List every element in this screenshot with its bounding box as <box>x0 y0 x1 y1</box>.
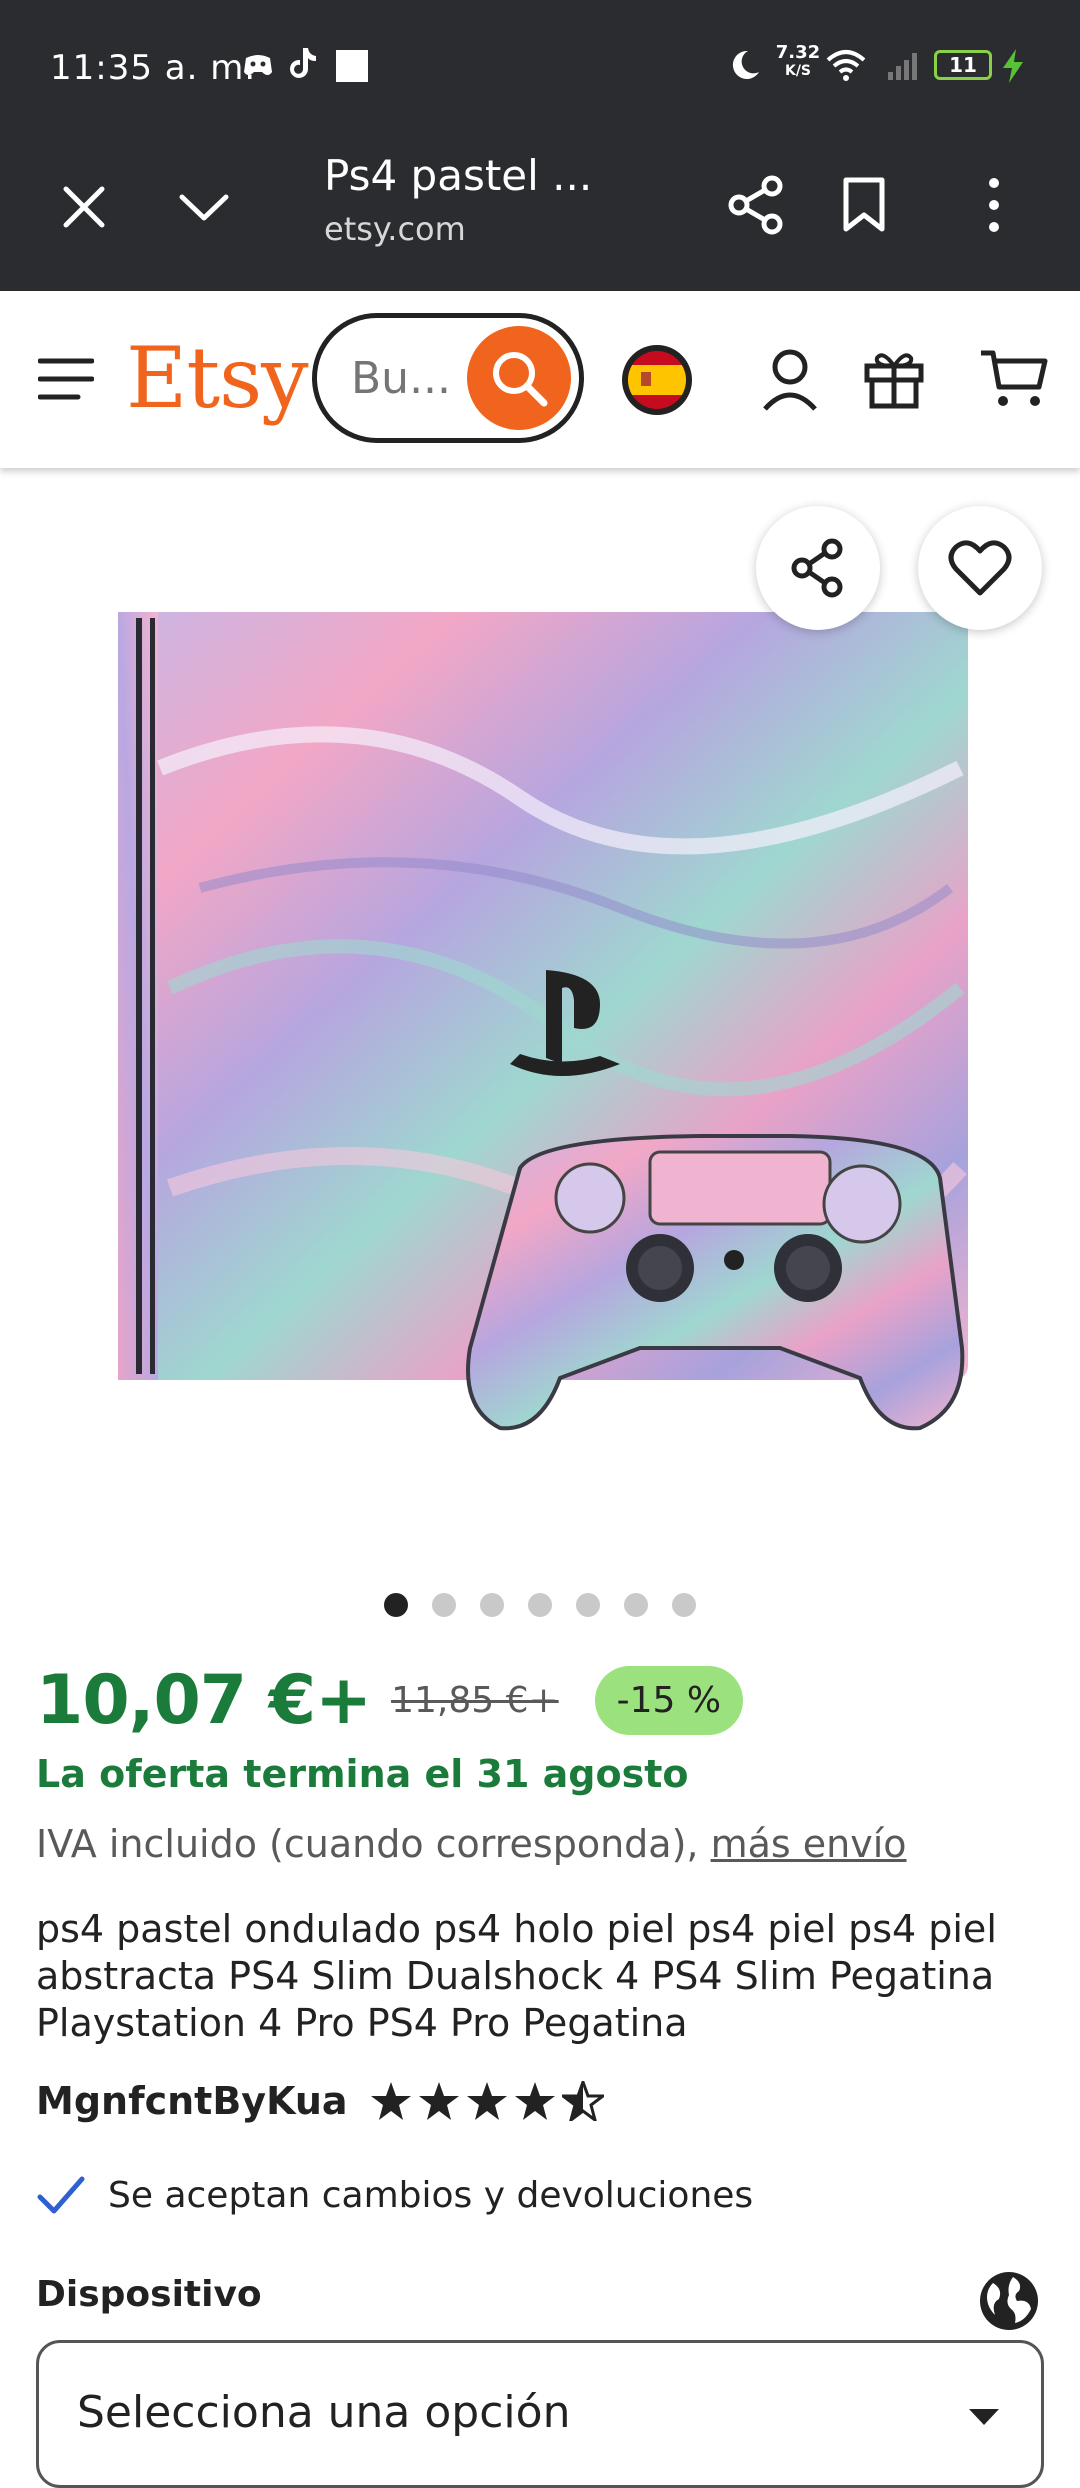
page-title-block[interactable]: Ps4 pastel ... etsy.com <box>324 151 624 248</box>
close-icon <box>63 186 105 228</box>
bookmark-icon <box>843 177 885 232</box>
star-half-icon <box>561 2081 604 2121</box>
returns-row: Se aceptan cambios y devoluciones <box>36 2168 753 2222</box>
star-full-icon <box>418 2082 459 2120</box>
charging-icon <box>1000 48 1026 88</box>
offer-end-text: La oferta termina el 31 agosto <box>36 1752 689 1796</box>
etsy-logo[interactable]: Etsy <box>126 329 309 427</box>
battery-icon: 11 <box>934 50 992 80</box>
page-domain: etsy.com <box>324 210 466 248</box>
battery-level: 11 <box>949 53 977 77</box>
search-input[interactable] <box>351 348 461 408</box>
spain-flag-icon <box>622 345 692 415</box>
account-button[interactable] <box>752 339 828 419</box>
search-button[interactable] <box>467 326 571 430</box>
more-vertical-icon <box>989 178 999 232</box>
share-product-button[interactable] <box>756 506 880 630</box>
signal-icon <box>886 50 922 86</box>
moon-icon <box>728 48 762 86</box>
menu-button[interactable] <box>28 343 104 415</box>
translate-button[interactable] <box>974 2266 1044 2336</box>
net-speed-unit: K/S <box>784 63 812 79</box>
share-icon <box>791 538 843 598</box>
notification-square-icon <box>336 50 368 82</box>
shop-name[interactable]: MgnfcntByKua <box>36 2079 348 2123</box>
minimize-button[interactable] <box>168 171 240 243</box>
variation-select[interactable]: Selecciona una opción <box>36 2340 1044 2488</box>
product-image-carousel[interactable] <box>0 468 1080 1520</box>
share-icon <box>728 175 783 235</box>
gifts-button[interactable] <box>856 339 932 419</box>
bookmark-button[interactable] <box>826 167 902 243</box>
carousel-dot[interactable] <box>432 1593 456 1617</box>
search-icon <box>493 352 548 407</box>
star-full-icon <box>514 2082 555 2120</box>
carousel-dot[interactable] <box>576 1593 600 1617</box>
vat-text: IVA incluido (cuando corresponda), <box>36 1822 711 1866</box>
original-price: 11,85 €+ <box>391 1679 559 1721</box>
current-price: 10,07 €+ <box>36 1660 372 1740</box>
dropdown-arrow-icon <box>969 2409 999 2425</box>
shop-row: MgnfcntByKua <box>36 2074 604 2128</box>
browser-toolbar: Ps4 pastel ... etsy.com <box>0 135 1080 291</box>
close-tab-button[interactable] <box>48 171 120 243</box>
shipping-link[interactable]: más envío <box>711 1822 907 1866</box>
product-title: ps4 pastel ondulado ps4 holo piel ps4 pi… <box>36 1907 997 2045</box>
carousel-indicators <box>0 1593 1080 1617</box>
search-bar[interactable] <box>312 313 584 443</box>
star-full-icon <box>466 2082 507 2120</box>
select-value: Selecciona una opción <box>77 2387 571 2438</box>
checkmark-icon <box>37 2176 85 2214</box>
net-speed: 7.32 K/S <box>774 44 822 80</box>
discount-badge: -15 % <box>594 1665 744 1735</box>
notification-game-icon <box>242 52 274 84</box>
carousel-dot[interactable] <box>672 1593 696 1617</box>
carousel-dot[interactable] <box>384 1593 408 1617</box>
share-page-button[interactable] <box>718 167 794 243</box>
chevron-down-icon <box>179 194 229 221</box>
status-bar: 11:35 a. m. 7.32 K/S 11 <box>0 0 1080 135</box>
carousel-dot[interactable] <box>480 1593 504 1617</box>
region-flag-button[interactable] <box>618 341 696 419</box>
price-row: 10,07 €+ 11,85 €+ -15 % <box>36 1652 1046 1748</box>
gift-icon <box>864 353 924 409</box>
globe-icon <box>980 2272 1038 2330</box>
carousel-dot[interactable] <box>528 1593 552 1617</box>
status-time: 11:35 a. m. <box>50 48 257 88</box>
notification-tiktok-icon <box>288 46 318 84</box>
rating-stars <box>370 2081 604 2121</box>
heart-icon <box>948 540 1012 596</box>
favorite-button[interactable] <box>918 506 1042 630</box>
user-icon <box>763 349 817 411</box>
vat-line: IVA incluido (cuando corresponda), más e… <box>36 1822 907 1866</box>
cart-button[interactable] <box>974 339 1054 419</box>
returns-text: Se aceptan cambios y devoluciones <box>108 2174 754 2216</box>
option-label: Dispositivo <box>36 2274 262 2315</box>
wifi-icon <box>826 48 866 86</box>
star-full-icon <box>370 2082 411 2120</box>
page-title: Ps4 pastel ... <box>324 151 593 200</box>
net-speed-value: 7.32 <box>775 42 821 63</box>
hamburger-icon <box>38 358 94 400</box>
carousel-dot[interactable] <box>624 1593 648 1617</box>
more-options-button[interactable] <box>956 167 1032 243</box>
product-image <box>118 612 968 1431</box>
site-header: Etsy <box>0 291 1080 468</box>
cart-icon <box>981 350 1048 406</box>
